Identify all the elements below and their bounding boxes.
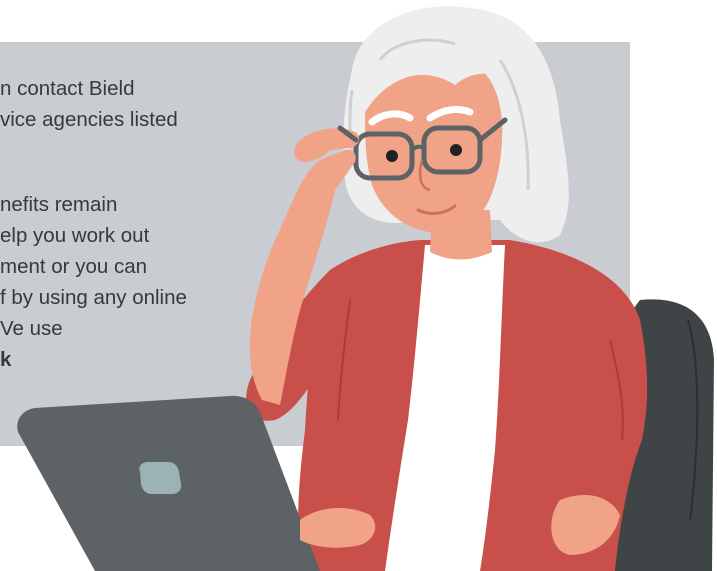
- left-eye: [386, 150, 398, 162]
- typing-hand-left: [300, 508, 376, 548]
- right-eye: [450, 144, 462, 156]
- laptop-logo: [139, 462, 182, 494]
- woman-with-laptop-illustration: [17, 6, 714, 571]
